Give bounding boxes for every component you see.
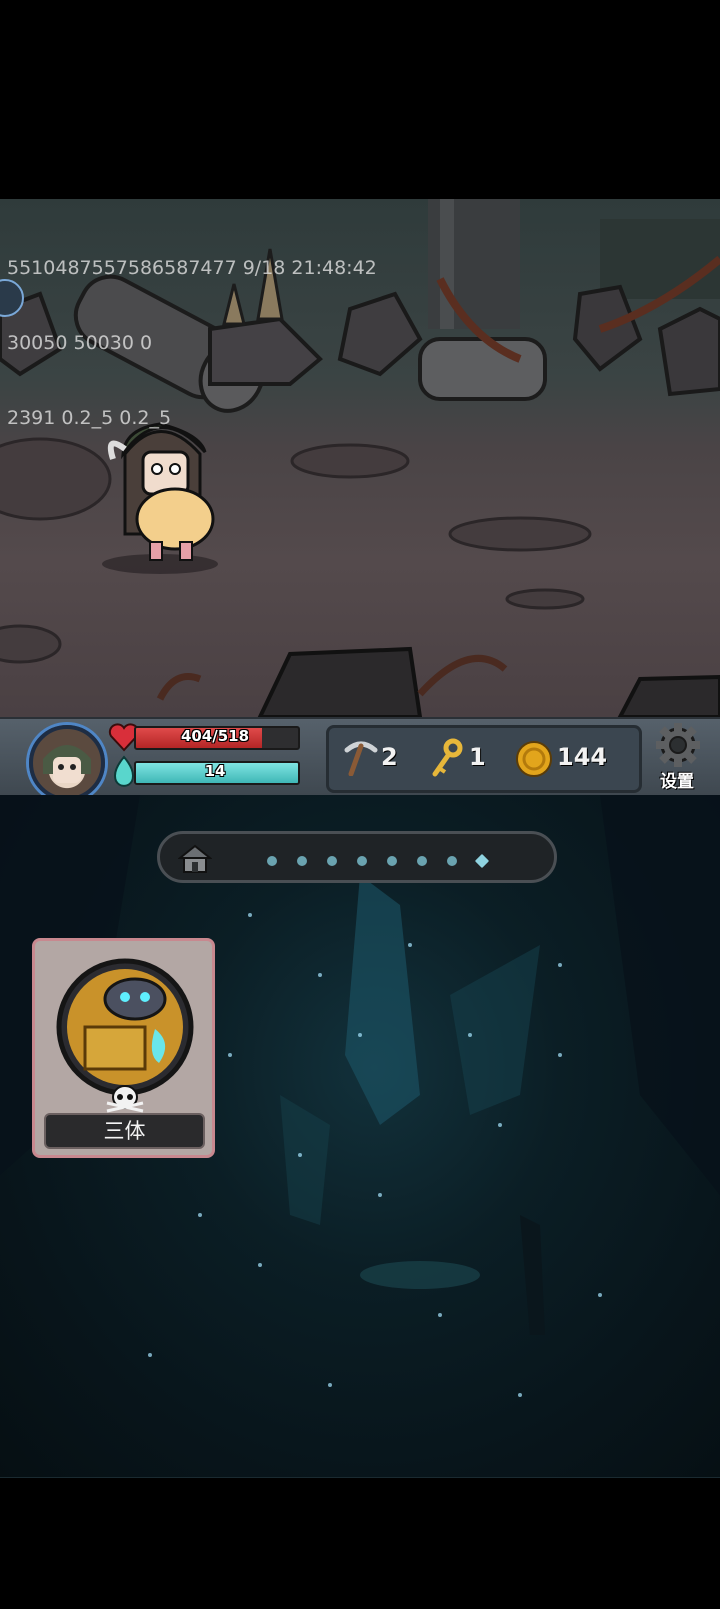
- mp-text: 14: [204, 762, 226, 780]
- progress-dot: [417, 856, 427, 866]
- bottom-letterbox: [0, 1477, 720, 1609]
- gear-icon[interactable]: [654, 721, 702, 769]
- current-floor-marker: [474, 853, 490, 869]
- pickaxe-count: 2: [381, 743, 398, 771]
- enemy-name: 三体: [103, 1119, 146, 1143]
- progress-dot: [297, 856, 307, 866]
- resource-panel: 2 1 144: [326, 725, 642, 793]
- hp-text: 404/518: [180, 727, 250, 745]
- progress-dot: [327, 856, 337, 866]
- key-icon: [432, 738, 463, 777]
- enemy-card[interactable]: 三体: [32, 938, 215, 1158]
- key-count: 1: [469, 743, 486, 771]
- progress-dot: [387, 856, 397, 866]
- enemy-name-plate: 三体: [44, 1113, 205, 1149]
- settings-button-label[interactable]: 设置: [660, 767, 694, 792]
- coin-count: 144: [557, 743, 608, 771]
- enemy-portrait-icon: [56, 958, 194, 1096]
- skull-icon: [106, 1085, 144, 1113]
- debug-line-1: 5510487557586587477 9/18 21:48:42: [7, 257, 377, 279]
- pickaxe-icon: [344, 741, 378, 776]
- progress-dot: [267, 856, 277, 866]
- progress-dot: [447, 856, 457, 866]
- avatar-face-icon: [43, 745, 91, 783]
- debug-line-2: 30050 50030 0: [7, 332, 153, 354]
- player-avatar[interactable]: [29, 725, 105, 801]
- house-icon: [178, 844, 212, 873]
- top-letterbox: [0, 0, 720, 199]
- floor-progress-track: [157, 831, 557, 883]
- debug-overlay: 5510487557586587477 9/18 21:48:42 30050 …: [7, 206, 377, 456]
- gold-coin-icon: [516, 741, 552, 777]
- status-hud: 404/518 14 2 1 144 设置: [0, 717, 720, 801]
- debug-line-3: 2391 0.2_5 0.2_5: [7, 407, 172, 429]
- progress-dot: [357, 856, 367, 866]
